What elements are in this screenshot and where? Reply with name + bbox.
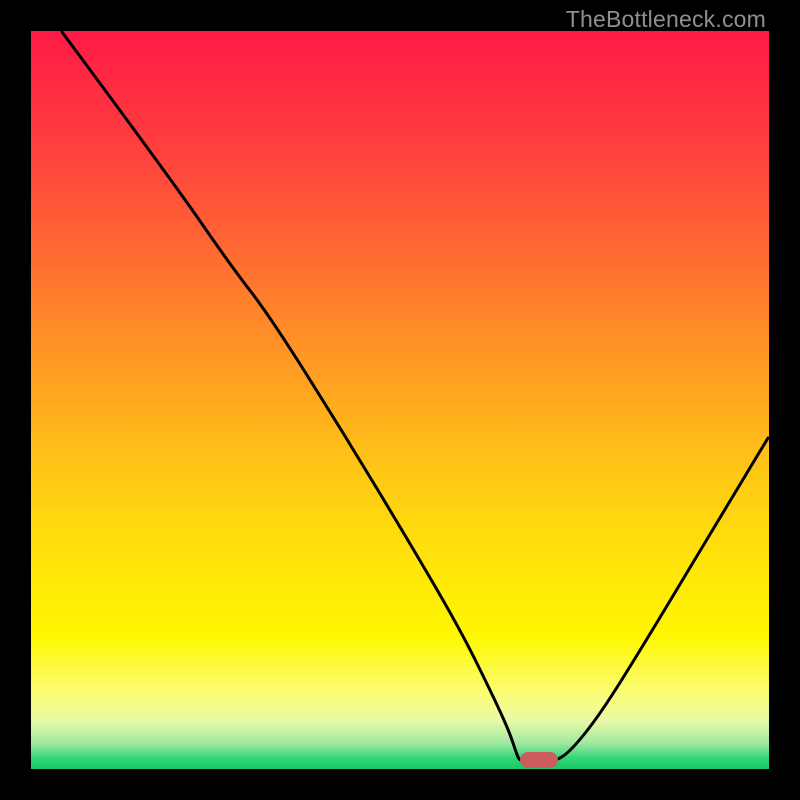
chart-frame: TheBottleneck.com <box>0 0 800 800</box>
optimal-marker <box>520 752 558 768</box>
plot-area <box>31 31 769 769</box>
bottleneck-curve <box>31 31 769 769</box>
watermark-label: TheBottleneck.com <box>566 6 766 33</box>
